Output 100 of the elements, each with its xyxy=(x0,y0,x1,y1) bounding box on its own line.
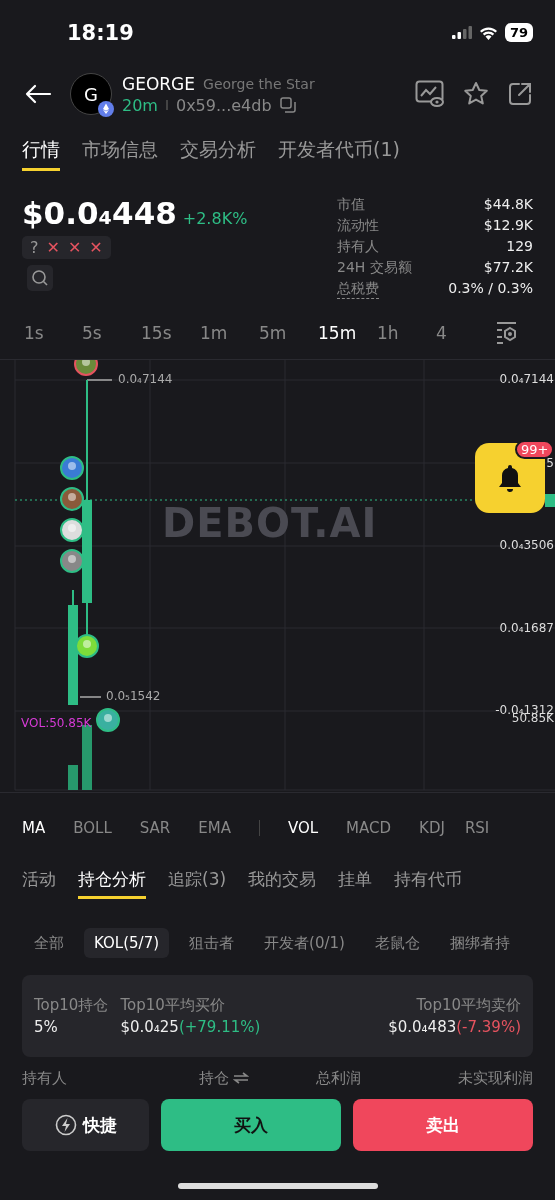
section-tab[interactable]: 我的交易 xyxy=(248,863,317,899)
alert-button[interactable] xyxy=(475,443,545,513)
section-tab[interactable]: 挂单 xyxy=(338,863,373,899)
indicator-tab[interactable]: MA xyxy=(22,819,46,837)
timeframe-tab[interactable]: 5s xyxy=(80,323,139,343)
token-avatar: G xyxy=(70,73,112,115)
stat-value: $77.2K xyxy=(483,258,533,277)
tab[interactable]: 行情 xyxy=(22,131,60,171)
stat-label: 流动性 xyxy=(337,216,379,235)
price-change: +2.8K% xyxy=(182,209,248,228)
column-header: 未实现利润 xyxy=(458,1068,533,1088)
section-tab[interactable]: 追踪(3) xyxy=(168,863,227,899)
search-icon xyxy=(31,269,49,287)
indicator-tab[interactable]: BOLL xyxy=(73,819,112,837)
trader-avatar[interactable] xyxy=(75,634,99,658)
star-icon[interactable] xyxy=(463,81,489,107)
column-header: 持有人 xyxy=(22,1068,68,1088)
tab[interactable]: 交易分析 xyxy=(180,131,256,171)
price-marker xyxy=(545,494,555,507)
indicator-tab[interactable]: EMA xyxy=(198,819,231,837)
volume-bar xyxy=(68,765,78,790)
timeframe-tab[interactable]: 15s xyxy=(139,323,198,343)
risk-symbol-text: ✕ xyxy=(89,238,103,257)
share-icon[interactable] xyxy=(507,81,533,107)
trader-avatar[interactable] xyxy=(60,549,84,573)
stat-value: $44.8K xyxy=(483,195,533,214)
trader-avatar[interactable] xyxy=(60,456,84,480)
notification-badge: 99+ xyxy=(515,440,555,459)
low-marker-line xyxy=(79,696,102,698)
status-time: 18:19 xyxy=(67,20,134,45)
token-age: 20m xyxy=(122,95,158,115)
column-header: 总利润 xyxy=(316,1068,362,1088)
copy-icon[interactable] xyxy=(279,97,296,113)
column-header[interactable]: 持仓 xyxy=(199,1068,316,1088)
price-axis-label: 5 xyxy=(546,456,554,470)
trader-avatar[interactable] xyxy=(60,487,84,511)
risk-symbol-text: ✕ xyxy=(46,238,60,257)
stat-label: 总税费 xyxy=(337,279,379,299)
price-axis-label: 0.0₄1687 xyxy=(499,621,554,635)
low-price-label: 0.0₅1542 xyxy=(106,689,161,703)
timeframe-tab[interactable]: 5m xyxy=(257,323,316,343)
quick-button[interactable]: 快捷 xyxy=(22,1099,149,1151)
high-marker-line xyxy=(86,379,113,381)
timeframe-tab[interactable]: 1m xyxy=(198,323,257,343)
price-axis-label: 0.0₄7144 xyxy=(499,372,554,386)
ethereum-icon xyxy=(98,101,114,117)
stat-label: 持有人 xyxy=(337,237,379,256)
back-arrow-icon[interactable] xyxy=(24,84,52,104)
risk-flags-panel[interactable]: ? ✕ ✕ ✕ xyxy=(22,236,111,259)
indicator-tab[interactable]: MACD xyxy=(346,819,392,837)
filter-chip[interactable]: 开发者(0/1) xyxy=(254,927,355,959)
summary-label: Top10持仓 xyxy=(34,996,109,1015)
buy-button[interactable]: 买入 xyxy=(161,1099,341,1151)
filter-chip[interactable]: 老鼠仓 xyxy=(364,927,430,959)
timeframe-tab[interactable]: 15m xyxy=(316,323,375,343)
section-tab[interactable]: 持仓分析 xyxy=(78,863,146,899)
chart-watch-icon[interactable] xyxy=(415,80,445,108)
summary-label: Top10平均卖价 xyxy=(416,996,521,1015)
stat-value: $12.9K xyxy=(483,216,533,235)
filter-chip[interactable]: 捆绑者持 xyxy=(439,927,520,959)
signal-icon xyxy=(451,26,472,39)
sell-button[interactable]: 卖出 xyxy=(353,1099,533,1151)
stat-label: 24H 交易额 xyxy=(337,258,412,277)
tab[interactable]: 开发者代币(1) xyxy=(278,131,400,171)
tab[interactable]: 市场信息 xyxy=(82,131,158,171)
trader-avatar[interactable] xyxy=(74,360,98,376)
price-axis-label: 0.0₄3506 xyxy=(499,538,554,552)
risk-symbol-text: ✕ xyxy=(67,238,82,257)
indicator-tab[interactable]: RSI xyxy=(464,819,490,837)
timeframe-tab[interactable]: 1s xyxy=(22,323,80,343)
filter-chip[interactable]: 全部 xyxy=(24,927,74,959)
search-button[interactable] xyxy=(27,265,53,291)
summary-value: $0.0₄483 xyxy=(388,1018,457,1036)
contract-address: 0x59...e4db xyxy=(175,95,272,115)
indicator-tab[interactable]: KDJ xyxy=(419,819,445,837)
trader-avatar[interactable] xyxy=(96,708,120,732)
stat-label: 市值 xyxy=(337,195,365,214)
stat-value: 0.3% / 0.3% xyxy=(448,279,533,298)
swap-icon xyxy=(233,1072,249,1084)
token-price: $0.0₄448 xyxy=(22,195,177,231)
token-symbol: GEORGE xyxy=(122,73,196,94)
timeframe-tab[interactable]: 1h xyxy=(375,323,434,343)
indicator-tab[interactable]: SAR xyxy=(139,819,171,837)
trader-avatar[interactable] xyxy=(60,518,84,542)
battery-level: 79 xyxy=(504,23,533,42)
filter-chip[interactable]: 狙击者 xyxy=(179,927,245,959)
stat-value: 129 xyxy=(506,237,533,256)
volume-bar xyxy=(82,725,92,790)
section-tab[interactable]: 活动 xyxy=(22,863,56,899)
summary-change: (-7.39%) xyxy=(456,1018,521,1036)
volume-label: VOL:50.85K xyxy=(21,716,92,730)
filter-chip[interactable]: KOL(5/7) xyxy=(84,928,170,958)
indicator-tab[interactable]: VOL xyxy=(287,819,319,837)
bell-icon xyxy=(496,463,524,493)
section-tab[interactable]: 持有代币 xyxy=(394,863,463,899)
wifi-icon xyxy=(478,25,498,40)
timeframe-tab[interactable]: 4 xyxy=(434,323,493,343)
risk-symbol-text: ? xyxy=(30,238,39,257)
token-name: George the Star xyxy=(203,75,315,92)
summary-value: 5% xyxy=(34,1018,58,1036)
